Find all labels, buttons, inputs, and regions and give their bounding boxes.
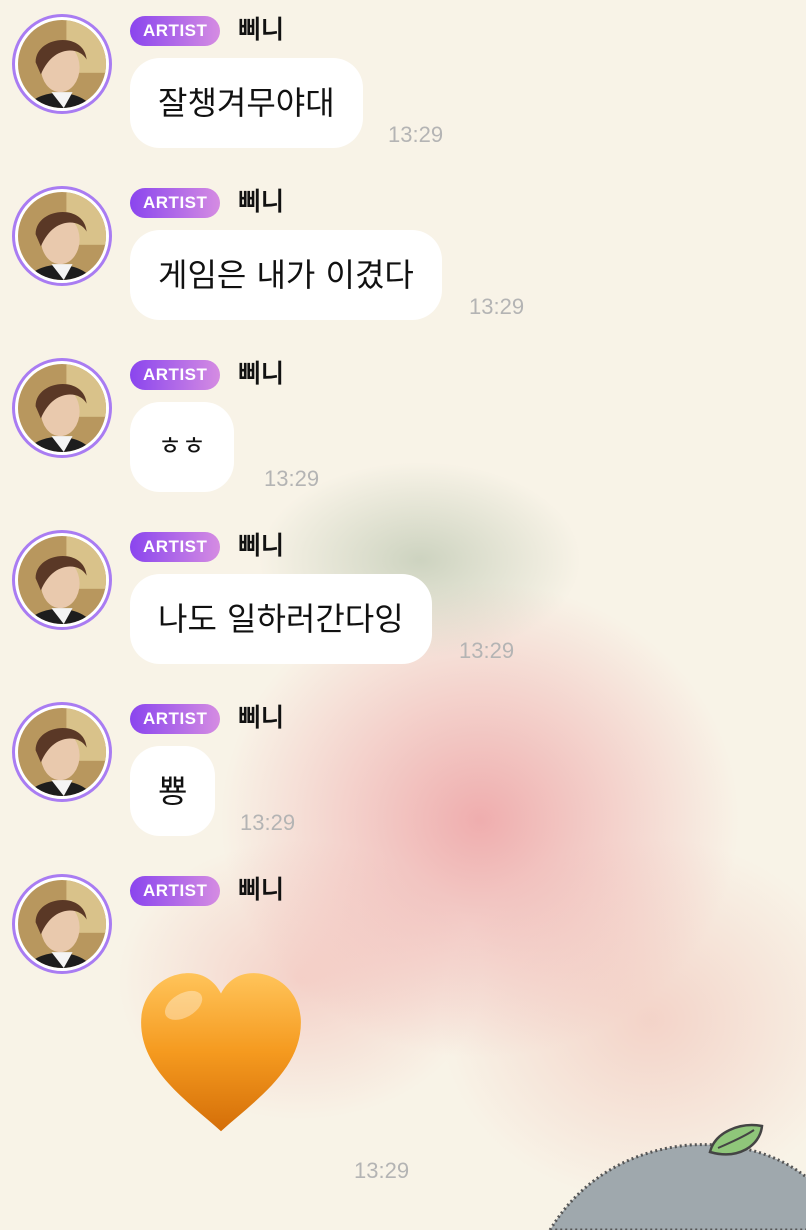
profile-photo-icon — [18, 708, 106, 796]
artist-badge: ARTIST — [130, 532, 221, 562]
sender-name[interactable]: 삐니 — [238, 14, 284, 46]
decorative-sticker-corner — [548, 1123, 806, 1230]
profile-photo-icon — [18, 536, 106, 624]
sender-name[interactable]: 삐니 — [238, 530, 284, 562]
artist-badge: ARTIST — [130, 188, 221, 218]
profile-photo-icon — [18, 364, 106, 452]
profile-photo-icon — [18, 192, 106, 280]
orange-heart-icon[interactable] — [136, 968, 306, 1138]
artist-badge: ARTIST — [130, 876, 221, 906]
message-bubble[interactable]: ㅎㅎ — [130, 402, 234, 492]
message-time: 13:29 — [354, 1158, 410, 1183]
message-time: 13:29 — [388, 122, 444, 147]
message-time: 13:29 — [469, 294, 525, 319]
sender-name[interactable]: 삐니 — [238, 358, 284, 390]
artist-badge: ARTIST — [130, 16, 221, 46]
avatar[interactable] — [12, 530, 112, 630]
message-time: 13:29 — [264, 466, 320, 491]
message-time: 13:29 — [459, 638, 515, 663]
artist-badge: ARTIST — [130, 360, 221, 390]
artist-badge: ARTIST — [130, 704, 221, 734]
avatar[interactable] — [12, 874, 112, 974]
profile-photo-icon — [18, 20, 106, 108]
message-bubble[interactable]: 나도 일하러간다잉 — [130, 574, 432, 664]
message-bubble[interactable]: 뿅 — [130, 746, 216, 836]
avatar[interactable] — [12, 14, 112, 114]
avatar[interactable] — [12, 702, 112, 802]
message-bubble[interactable]: 잘챙겨무야대 — [130, 58, 363, 148]
sender-name[interactable]: 삐니 — [238, 874, 284, 906]
sender-name[interactable]: 삐니 — [238, 186, 284, 218]
message-bubble[interactable]: 게임은 내가 이겼다 — [130, 230, 442, 320]
message-time: 13:29 — [240, 810, 296, 835]
avatar[interactable] — [12, 186, 112, 286]
profile-photo-icon — [18, 880, 106, 968]
avatar[interactable] — [12, 358, 112, 458]
sender-name[interactable]: 삐니 — [238, 702, 284, 734]
